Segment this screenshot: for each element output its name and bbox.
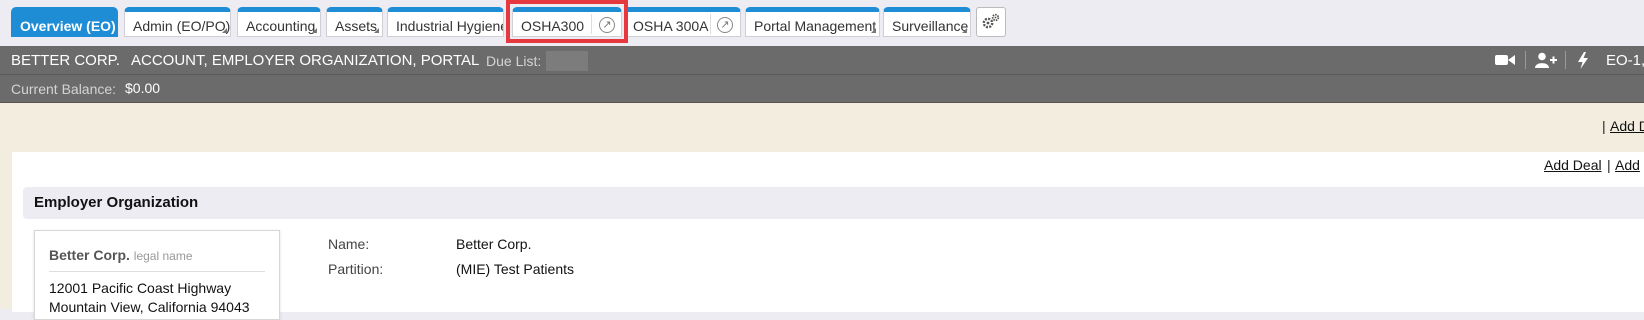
add-deal-link[interactable]: Add Deal (1544, 157, 1602, 173)
link-separator: | (1602, 118, 1606, 134)
add-more-link[interactable]: Add (1615, 157, 1640, 173)
settings-gears-button[interactable] (976, 7, 1006, 37)
tab-divider (710, 14, 711, 34)
address-line-1: 12001 Pacific Coast Highway (49, 280, 232, 296)
tab-label: Surveillance (892, 18, 969, 34)
video-camera-icon-svg (1495, 55, 1515, 65)
tab-label: Accounting (246, 18, 316, 34)
due-list-value (546, 51, 588, 71)
balance-label: Current Balance: (11, 81, 117, 97)
card-divider (49, 271, 265, 272)
add-user-icon[interactable] (1534, 52, 1558, 71)
tab-label: Portal Management (754, 18, 877, 34)
video-camera-icon[interactable] (1494, 52, 1516, 71)
employer-organization-section-header: Employer Organization (23, 187, 1644, 219)
tab-admin-eo-po[interactable]: Admin (EO/PO) (124, 7, 231, 37)
lightning-bolt-icon[interactable] (1577, 52, 1589, 72)
record-header: BETTER CORP. ACCOUNT, EMPLOYER ORGANIZAT… (0, 46, 1644, 102)
tab-surveillance[interactable]: Surveillance (883, 7, 971, 37)
context-label: ACCOUNT, EMPLOYER ORGANIZATION, PORTAL (131, 52, 480, 69)
legal-name-tag: legal name (133, 249, 193, 263)
lightning-bolt-icon-svg (1578, 52, 1588, 69)
record-id: EO-1, (1606, 52, 1644, 69)
balance-value: $0.00 (125, 80, 161, 96)
due-list-label: Due List: (486, 53, 542, 69)
balance-row: Current Balance: $0.00 (0, 74, 1644, 102)
tab-label: Industrial Hygiene (396, 18, 504, 34)
section-title: Employer Organization (34, 194, 199, 211)
name-value: Better Corp. (456, 236, 532, 252)
tab-industrial-hygiene[interactable]: Industrial Hygiene (387, 7, 504, 37)
org-card-name: Better Corp. legal name (49, 247, 193, 263)
add-link-top[interactable]: Add D (1610, 118, 1644, 134)
partition-label: Partition: (328, 261, 384, 277)
tab-osha-300a[interactable]: OSHA 300A ↗ (624, 7, 741, 37)
org-card-name-text: Better Corp. (49, 247, 130, 263)
partition-value: (MIE) Test Patients (456, 261, 575, 277)
name-label: Name: (328, 236, 370, 252)
header-row: BETTER CORP. ACCOUNT, EMPLOYER ORGANIZAT… (0, 46, 1644, 75)
address-line-2: Mountain View, California 94043 (49, 299, 250, 315)
link-separator: | (1607, 157, 1611, 173)
tab-label: OSHA 300A (633, 18, 709, 34)
tab-label: Overview (EO) (20, 18, 116, 34)
open-external-icon[interactable]: ↗ (717, 17, 733, 33)
tab-overview-eo[interactable]: Overview (EO) (11, 7, 118, 37)
add-user-icon-svg (1535, 52, 1557, 68)
osha300-highlight-box (506, 0, 628, 43)
gears-icon (982, 13, 1000, 29)
tab-label: Assets (335, 18, 378, 34)
tab-accounting[interactable]: Accounting (237, 7, 321, 37)
tab-assets[interactable]: Assets (326, 7, 383, 37)
organization-card: Better Corp. legal name 12001 Pacific Co… (34, 230, 280, 320)
header-divider (1565, 51, 1566, 69)
tab-label: Admin (EO/PO) (133, 18, 231, 34)
header-divider (1525, 51, 1526, 69)
tab-bar: Overview (EO) Admin (EO/PO) Accounting A… (0, 0, 1644, 46)
org-name: BETTER CORP. (11, 52, 120, 69)
tab-portal-management[interactable]: Portal Management (745, 7, 880, 37)
